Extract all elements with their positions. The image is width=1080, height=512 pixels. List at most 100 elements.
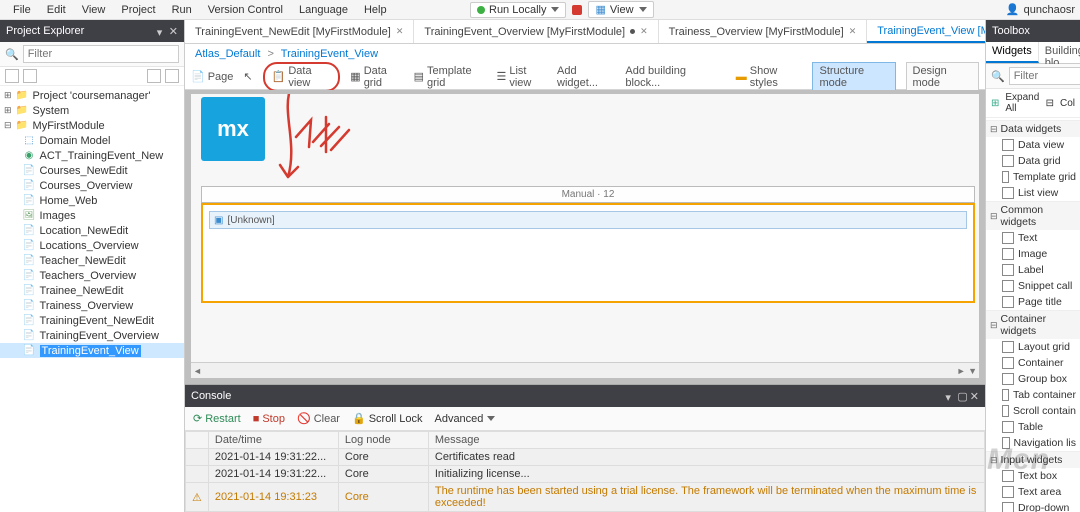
tree-node-home-web[interactable]: 📄Home_Web — [0, 193, 184, 208]
close-icon[interactable]: ✕ — [396, 26, 404, 37]
tree-node-project-coursemanager-[interactable]: ⊞📁Project 'coursemanager' — [0, 88, 184, 103]
stop-icon[interactable] — [572, 5, 582, 15]
log-col-node[interactable]: Log node — [338, 432, 428, 449]
breadcrumb-leaf[interactable]: TrainingEvent_View — [281, 48, 378, 60]
tree-node-location-newedit[interactable]: 📄Location_NewEdit — [0, 223, 184, 238]
toolbar-addwidget[interactable]: Add widget... — [557, 65, 615, 89]
toolbar-templategrid[interactable]: ▤ Template grid — [414, 65, 487, 89]
log-row[interactable]: ⚠2021-01-14 19:31:23CoreThe runtime has … — [186, 483, 985, 512]
tree-node-locations-overview[interactable]: 📄Locations_Overview — [0, 238, 184, 253]
toolbox-filter-input[interactable] — [1009, 67, 1080, 85]
toolbox-item-text-area[interactable]: Text area — [986, 484, 1080, 500]
console-scrolllock[interactable]: 🔒 Scroll Lock — [352, 412, 423, 425]
log-row[interactable]: 2021-01-14 19:31:22...CoreCertificates r… — [186, 449, 985, 466]
toolbox-section[interactable]: ⊟ Container widgets — [986, 310, 1080, 339]
tool-icon[interactable] — [147, 69, 161, 83]
console-advanced[interactable]: Advanced — [434, 413, 495, 425]
close-icon[interactable]: ✕ — [849, 26, 857, 37]
expand-all[interactable]: Expand All — [1005, 92, 1039, 114]
menu-language[interactable]: Language — [291, 4, 356, 16]
project-tree[interactable]: ⊞📁Project 'coursemanager'⊞📁System⊟📁MyFir… — [0, 86, 184, 512]
maximize-icon[interactable]: ▢ — [957, 390, 967, 403]
toolbox-item-layout-grid[interactable]: Layout grid — [986, 339, 1080, 355]
toolbar-cursor-icon[interactable]: ↖ — [243, 70, 252, 83]
user-name[interactable]: qunchaosr — [1024, 4, 1075, 16]
menu-project[interactable]: Project — [113, 4, 163, 16]
close-icon[interactable]: ✕ — [169, 25, 178, 38]
log-col-message[interactable]: Message — [428, 432, 984, 449]
menu-file[interactable]: File — [5, 4, 39, 16]
tool-icon[interactable] — [5, 69, 19, 83]
tree-node-courses-overview[interactable]: 📄Courses_Overview — [0, 178, 184, 193]
toolbox-section[interactable]: ⊟ Data widgets — [986, 120, 1080, 137]
pin-icon[interactable]: ▾ — [157, 26, 167, 36]
tree-node-system[interactable]: ⊞📁System — [0, 103, 184, 118]
menu-edit[interactable]: Edit — [39, 4, 74, 16]
toolbox-item-text[interactable]: Text — [986, 230, 1080, 246]
toolbar-showstyles[interactable]: ▬ Show styles — [736, 65, 803, 89]
tree-node-trainingevent-overview[interactable]: 📄TrainingEvent_Overview — [0, 328, 184, 343]
tree-node-trainingevent-newedit[interactable]: 📄TrainingEvent_NewEdit — [0, 313, 184, 328]
dataview-unknown-row[interactable]: ▣ [Unknown] — [209, 211, 967, 229]
console-restart[interactable]: ⟳ Restart — [193, 412, 241, 425]
toolbox-item-container[interactable]: Container — [986, 355, 1080, 371]
tree-node-images[interactable]: 🖼Images — [0, 208, 184, 223]
toolbox-item-drop-down[interactable]: Drop-down — [986, 500, 1080, 512]
toolbar-datagrid[interactable]: ▦ Data grid — [350, 65, 403, 89]
tree-node-domain-model[interactable]: ⬚Domain Model — [0, 133, 184, 148]
toolbar-addblock[interactable]: Add building block... — [625, 65, 715, 89]
toolbox-tab-blocks[interactable]: Building blo — [1039, 42, 1080, 63]
pin-icon[interactable]: ▾ — [945, 391, 955, 401]
toolbox-item-label[interactable]: Label — [986, 262, 1080, 278]
log-col-icon[interactable] — [186, 432, 209, 449]
editor-tab[interactable]: TrainingEvent_NewEdit [MyFirstModule]✕ — [185, 20, 414, 43]
toolbar-page[interactable]: 📄 Page — [191, 70, 233, 83]
run-locally-button[interactable]: Run Locally — [470, 2, 566, 18]
toolbox-item-text-box[interactable]: Text box — [986, 468, 1080, 484]
toolbox-item-navigation-lis[interactable]: Navigation lis — [986, 435, 1080, 451]
tree-node-teacher-newedit[interactable]: 📄Teacher_NewEdit — [0, 253, 184, 268]
menu-run[interactable]: Run — [164, 4, 200, 16]
toolbar-listview[interactable]: ☰ List view — [496, 65, 547, 89]
toolbox-item-data-view[interactable]: Data view — [986, 137, 1080, 153]
tree-node-courses-newedit[interactable]: 📄Courses_NewEdit — [0, 163, 184, 178]
editor-tab[interactable]: Trainess_Overview [MyFirstModule]✕ — [659, 20, 868, 43]
tool-icon[interactable] — [165, 69, 179, 83]
toolbar-structure-mode[interactable]: Structure mode — [812, 62, 895, 92]
menu-view[interactable]: View — [74, 4, 114, 16]
toolbox-item-image[interactable]: Image — [986, 246, 1080, 262]
tree-node-teachers-overview[interactable]: 📄Teachers_Overview — [0, 268, 184, 283]
console-clear[interactable]: 🚫 Clear — [297, 412, 340, 425]
breadcrumb-root[interactable]: Atlas_Default — [195, 48, 260, 60]
log-row[interactable]: 2021-01-14 19:31:22...CoreInitializing l… — [186, 466, 985, 483]
toolbox-item-table[interactable]: Table — [986, 419, 1080, 435]
toolbox-item-list-view[interactable]: List view — [986, 185, 1080, 201]
collapse-icon[interactable]: ⊟ — [1046, 98, 1054, 109]
toolbox-item-page-title[interactable]: Page title — [986, 294, 1080, 310]
toolbox-item-group-box[interactable]: Group box — [986, 371, 1080, 387]
view-button[interactable]: ▦ View — [588, 1, 653, 18]
toolbox-section[interactable]: ⊟ Input widgets — [986, 451, 1080, 468]
toolbox-section[interactable]: ⊟ Common widgets — [986, 201, 1080, 230]
toolbar-design-mode[interactable]: Design mode — [906, 62, 980, 92]
close-icon[interactable]: ✕ — [970, 390, 979, 403]
editor-tab[interactable]: TrainingEvent_Overview [MyFirstModule]✕ — [414, 20, 658, 43]
toolbox-item-tab-container[interactable]: Tab container — [986, 387, 1080, 403]
editor-tab[interactable]: TrainingEvent_View [MyFirstModule]✕ — [867, 20, 985, 43]
toolbox-item-data-grid[interactable]: Data grid — [986, 153, 1080, 169]
menu-help[interactable]: Help — [356, 4, 395, 16]
tree-node-trainess-overview[interactable]: 📄Trainess_Overview — [0, 298, 184, 313]
tree-node-trainee-newedit[interactable]: 📄Trainee_NewEdit — [0, 283, 184, 298]
console-stop[interactable]: ■ Stop — [253, 413, 285, 425]
close-icon[interactable]: ✕ — [640, 26, 648, 37]
toolbox-item-template-grid[interactable]: Template grid — [986, 169, 1080, 185]
toolbar-dataview[interactable]: 📋 Data view — [263, 62, 341, 92]
expand-icon[interactable]: ⊞ — [991, 98, 999, 109]
tree-node-act-trainingevent-new[interactable]: ◉ACT_TrainingEvent_New — [0, 148, 184, 163]
page-canvas[interactable]: mx Manual · 12 ▣ [Unknown] ◄► ▼ — [185, 90, 985, 384]
log-col-datetime[interactable]: Date/time — [208, 432, 338, 449]
collapse-all[interactable]: Col — [1060, 98, 1075, 109]
tool-icon[interactable] — [23, 69, 37, 83]
dataview-container[interactable]: ▣ [Unknown] — [201, 203, 975, 303]
toolbox-item-scroll-contain[interactable]: Scroll contain — [986, 403, 1080, 419]
